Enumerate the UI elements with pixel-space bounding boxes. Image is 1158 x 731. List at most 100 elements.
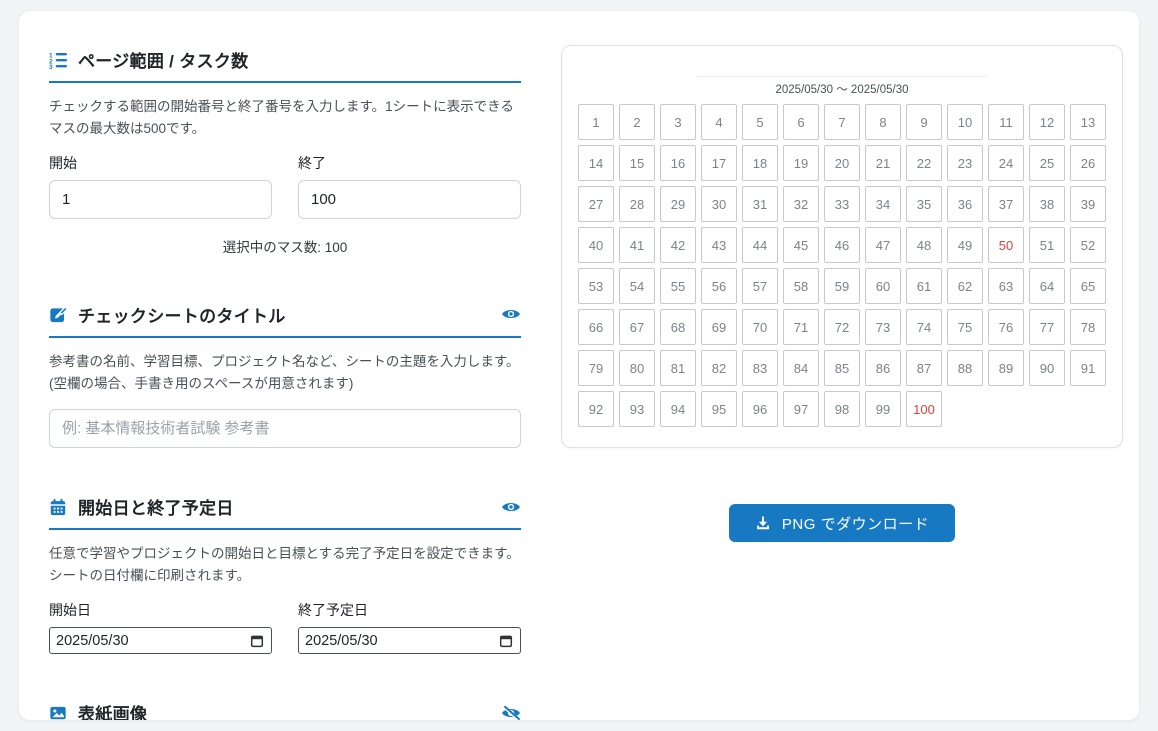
grid-cell: 91 — [1070, 350, 1106, 386]
grid-cell: 70 — [742, 309, 778, 345]
grid-cell: 74 — [906, 309, 942, 345]
image-icon — [49, 704, 67, 721]
start-date-field: 開始日 2025/05/30 — [49, 600, 272, 654]
grid-cell: 47 — [865, 227, 901, 263]
preview-grid: 1234567891011121314151617181920212223242… — [578, 104, 1106, 427]
grid-cell: 54 — [619, 268, 655, 304]
grid-cell: 34 — [865, 186, 901, 222]
grid-cell: 61 — [906, 268, 942, 304]
eye-icon — [501, 500, 521, 514]
grid-cell: 15 — [619, 145, 655, 181]
date-fields: 開始日 2025/05/30 終了予定日 2025/05/30 — [49, 600, 521, 654]
grid-cell: 57 — [742, 268, 778, 304]
grid-cell: 19 — [783, 145, 819, 181]
grid-cell: 24 — [988, 145, 1024, 181]
download-icon — [755, 515, 771, 531]
grid-cell: 97 — [783, 391, 819, 427]
end-date-label: 終了予定日 — [298, 600, 521, 620]
grid-cell: 21 — [865, 145, 901, 181]
range-fields: 開始 終了 — [49, 153, 521, 219]
grid-cell: 7 — [824, 104, 860, 140]
section-cover-image: 表紙画像 — [49, 700, 521, 721]
start-date-input[interactable]: 2025/05/30 — [49, 627, 272, 654]
grid-cell: 98 — [824, 391, 860, 427]
range-end-input[interactable] — [298, 180, 521, 219]
section-sheet-title-description: 参考書の名前、学習目標、プロジェクト名など、シートの主題を入力します。(空欄の場… — [49, 351, 521, 395]
grid-cell: 82 — [701, 350, 737, 386]
sheet-preview-card: 2025/05/30 ～ 2025/05/30 1234567891011121… — [561, 45, 1123, 448]
grid-cell: 3 — [660, 104, 696, 140]
calendar-picker-icon[interactable] — [250, 634, 264, 648]
section-dates-header: 開始日と終了予定日 — [49, 494, 521, 530]
grid-cell: 59 — [824, 268, 860, 304]
grid-cell: 86 — [865, 350, 901, 386]
grid-cell: 26 — [1070, 145, 1106, 181]
cover-image-visibility-toggle[interactable] — [501, 705, 521, 721]
grid-cell: 100 — [906, 391, 942, 427]
section-dates: 開始日と終了予定日 任意で学習やプロジェクトの開始日と目標とする完了予定日を設定… — [49, 494, 521, 654]
grid-cell: 96 — [742, 391, 778, 427]
dates-visibility-toggle[interactable] — [501, 500, 521, 514]
section-cover-image-title: 表紙画像 — [78, 700, 147, 721]
grid-cell: 14 — [578, 145, 614, 181]
grid-cell: 40 — [578, 227, 614, 263]
range-start-input[interactable] — [49, 180, 272, 219]
section-page-range-description: チェックする範囲の開始番号と終了番号を入力します。1シートに表示できるマスの最大… — [49, 96, 521, 140]
grid-cell: 87 — [906, 350, 942, 386]
grid-cell: 29 — [660, 186, 696, 222]
list-ol-icon: 1 2 3 — [49, 51, 67, 69]
grid-cell: 48 — [906, 227, 942, 263]
grid-cell: 90 — [1029, 350, 1065, 386]
grid-cell: 50 — [988, 227, 1024, 263]
grid-cell: 32 — [783, 186, 819, 222]
download-png-button[interactable]: PNG でダウンロード — [729, 504, 955, 542]
grid-cell: 39 — [1070, 186, 1106, 222]
grid-cell: 79 — [578, 350, 614, 386]
grid-cell: 81 — [660, 350, 696, 386]
grid-cell: 56 — [701, 268, 737, 304]
grid-cell: 52 — [1070, 227, 1106, 263]
grid-cell: 49 — [947, 227, 983, 263]
grid-cell: 1 — [578, 104, 614, 140]
grid-cell: 44 — [742, 227, 778, 263]
end-date-field: 終了予定日 2025/05/30 — [298, 600, 521, 654]
grid-cell: 95 — [701, 391, 737, 427]
start-date-label: 開始日 — [49, 600, 272, 620]
range-start-field: 開始 — [49, 153, 272, 219]
grid-cell: 71 — [783, 309, 819, 345]
calendar-picker-icon[interactable] — [499, 634, 513, 648]
grid-cell: 65 — [1070, 268, 1106, 304]
grid-cell: 10 — [947, 104, 983, 140]
section-page-range: 1 2 3 ページ範囲 / タスク数 チェックする範囲の開始番号と終了番号を入力… — [49, 47, 521, 256]
grid-cell: 9 — [906, 104, 942, 140]
calendar-icon — [49, 498, 67, 516]
start-date-value: 2025/05/30 — [56, 633, 250, 649]
grid-cell: 60 — [865, 268, 901, 304]
grid-cell: 83 — [742, 350, 778, 386]
sheet-title-visibility-toggle[interactable] — [501, 307, 521, 321]
grid-cell: 18 — [742, 145, 778, 181]
grid-cell: 22 — [906, 145, 942, 181]
grid-cell: 28 — [619, 186, 655, 222]
end-date-input[interactable]: 2025/05/30 — [298, 627, 521, 654]
section-page-range-header: 1 2 3 ページ範囲 / タスク数 — [49, 47, 521, 83]
section-sheet-title: チェックシートのタイトル 参考書の名前、学習目標、プロジェクト名など、シートの主… — [49, 302, 521, 449]
download-png-label: PNG でダウンロード — [782, 513, 929, 534]
grid-cell: 55 — [660, 268, 696, 304]
grid-cell: 77 — [1029, 309, 1065, 345]
app-card: 1 2 3 ページ範囲 / タスク数 チェックする範囲の開始番号と終了番号を入力… — [18, 10, 1140, 721]
range-end-label: 終了 — [298, 153, 521, 173]
grid-cell: 53 — [578, 268, 614, 304]
grid-cell: 11 — [988, 104, 1024, 140]
section-page-range-title: ページ範囲 / タスク数 — [78, 47, 248, 72]
grid-cell: 45 — [783, 227, 819, 263]
sheet-title-input[interactable] — [49, 409, 521, 448]
grid-cell: 16 — [660, 145, 696, 181]
download-row: PNG でダウンロード — [561, 504, 1123, 542]
section-dates-title: 開始日と終了予定日 — [78, 494, 234, 519]
preview-title-writing-line — [697, 66, 987, 77]
grid-cell: 84 — [783, 350, 819, 386]
settings-panel: 1 2 3 ページ範囲 / タスク数 チェックする範囲の開始番号と終了番号を入力… — [49, 47, 521, 720]
grid-cell: 17 — [701, 145, 737, 181]
svg-text:3: 3 — [49, 64, 53, 69]
